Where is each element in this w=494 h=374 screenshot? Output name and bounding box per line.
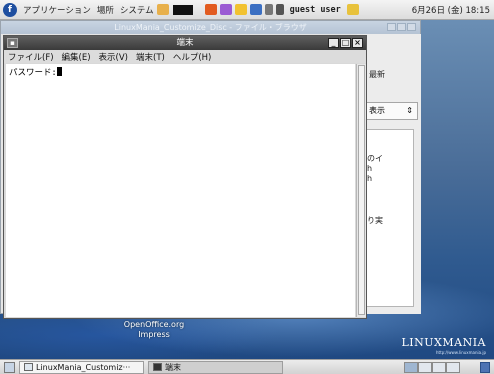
- star-icon[interactable]: [234, 4, 247, 15]
- workspace-3[interactable]: [432, 361, 446, 373]
- wallpaper-brand-url: http://www.linuxmania.jp: [436, 350, 486, 355]
- firefox-icon[interactable]: [204, 4, 217, 15]
- terminal-launcher-icon[interactable]: [172, 4, 193, 15]
- menu-help[interactable]: ヘルプ(H): [173, 51, 212, 63]
- terminal-icon: [153, 363, 162, 371]
- applications-menu[interactable]: アプリケーション: [23, 4, 91, 16]
- file-browser-title: LinuxMania_Customize_Disc - ファイル・ブラウザ: [114, 23, 307, 32]
- terminal-menubar: ファイル(F) 編集(E) 表示(V) 端末(T) ヘルプ(H): [4, 50, 366, 63]
- reload-button[interactable]: 最新: [369, 69, 385, 80]
- wallpaper-brand: LINUXMANIA: [401, 336, 486, 349]
- network-icon[interactable]: [264, 4, 273, 15]
- places-menu[interactable]: 場所: [97, 4, 114, 16]
- terminal-output[interactable]: パスワード:: [6, 64, 355, 317]
- maximize-icon[interactable]: □: [340, 38, 351, 48]
- info-icon[interactable]: [249, 4, 262, 15]
- maximize-icon[interactable]: [397, 23, 406, 31]
- file-browser-window-controls: [387, 23, 416, 31]
- file-browser-titlebar[interactable]: LinuxMania_Customize_Disc - ファイル・ブラウザ: [1, 21, 420, 34]
- file-item-text: り実: [367, 216, 383, 225]
- window-menu-icon[interactable]: ▪: [7, 38, 18, 48]
- terminal-titlebar[interactable]: ▪ 端末 _ □ ×: [4, 36, 366, 50]
- terminal-window-controls: _ □ ×: [328, 38, 363, 48]
- scrollbar-thumb[interactable]: [358, 65, 365, 315]
- menu-view[interactable]: 表示(V): [99, 51, 128, 63]
- user-name[interactable]: guest user: [290, 5, 341, 15]
- menu-terminal[interactable]: 端末(T): [136, 51, 165, 63]
- desktop-icon-label-line-2: Impress: [138, 330, 170, 339]
- launcher-icon[interactable]: [156, 4, 169, 15]
- clock[interactable]: 6月26日 (金) 18:15: [412, 4, 490, 16]
- task-terminal-label: 端末: [165, 362, 181, 372]
- view-select-value: 表示: [369, 106, 385, 115]
- close-icon[interactable]: [407, 23, 416, 31]
- close-icon[interactable]: ×: [352, 38, 363, 48]
- terminal-title: 端末: [176, 38, 194, 48]
- workspace-2[interactable]: [418, 361, 432, 373]
- workspace-4[interactable]: [446, 361, 460, 373]
- file-list-pane[interactable]: のイ h h り実: [362, 129, 414, 307]
- system-menu[interactable]: システム: [120, 4, 154, 16]
- file-item-text: h: [367, 174, 373, 183]
- minimize-icon[interactable]: [387, 23, 396, 31]
- password-prompt: パスワード:: [9, 68, 57, 78]
- desktop-icon-label-line-1: OpenOffice.org: [123, 320, 185, 329]
- trash-icon[interactable]: [480, 361, 490, 373]
- file-browser-icon: [24, 363, 33, 371]
- chevron-updown-icon: ⇕: [406, 106, 413, 115]
- view-select[interactable]: 表示 ⇕: [362, 102, 418, 120]
- minimize-icon[interactable]: _: [328, 38, 339, 48]
- bottom-panel: LinuxMania_Customiz··· 端末: [0, 359, 494, 374]
- app-launcher-icon[interactable]: [219, 4, 232, 15]
- menu-file[interactable]: ファイル(F): [8, 51, 54, 63]
- task-file-browser-label: LinuxMania_Customiz···: [36, 362, 131, 372]
- menu-edit[interactable]: 編集(E): [62, 51, 91, 63]
- task-file-browser[interactable]: LinuxMania_Customiz···: [19, 360, 144, 374]
- terminal-window[interactable]: ▪ 端末 _ □ × ファイル(F) 編集(E) 表示(V) 端末(T) ヘルプ…: [3, 35, 367, 319]
- volume-icon[interactable]: [275, 4, 284, 15]
- update-notifier-icon[interactable]: [346, 4, 359, 15]
- workspace-switcher[interactable]: [404, 361, 460, 373]
- top-panel: f アプリケーション 場所 システム guest user 6月26日 (金) …: [0, 0, 494, 20]
- task-terminal[interactable]: 端末: [148, 360, 283, 374]
- show-desktop-icon[interactable]: [4, 361, 15, 373]
- text-cursor: [56, 67, 62, 76]
- desktop-icon-label[interactable]: OpenOffice.org Impress: [114, 320, 194, 340]
- workspace-1[interactable]: [404, 361, 418, 373]
- file-item-text: のイ: [367, 154, 383, 163]
- terminal-scrollbar[interactable]: [356, 64, 366, 317]
- foot-logo-icon[interactable]: f: [3, 2, 17, 17]
- file-item-text: h: [367, 164, 373, 173]
